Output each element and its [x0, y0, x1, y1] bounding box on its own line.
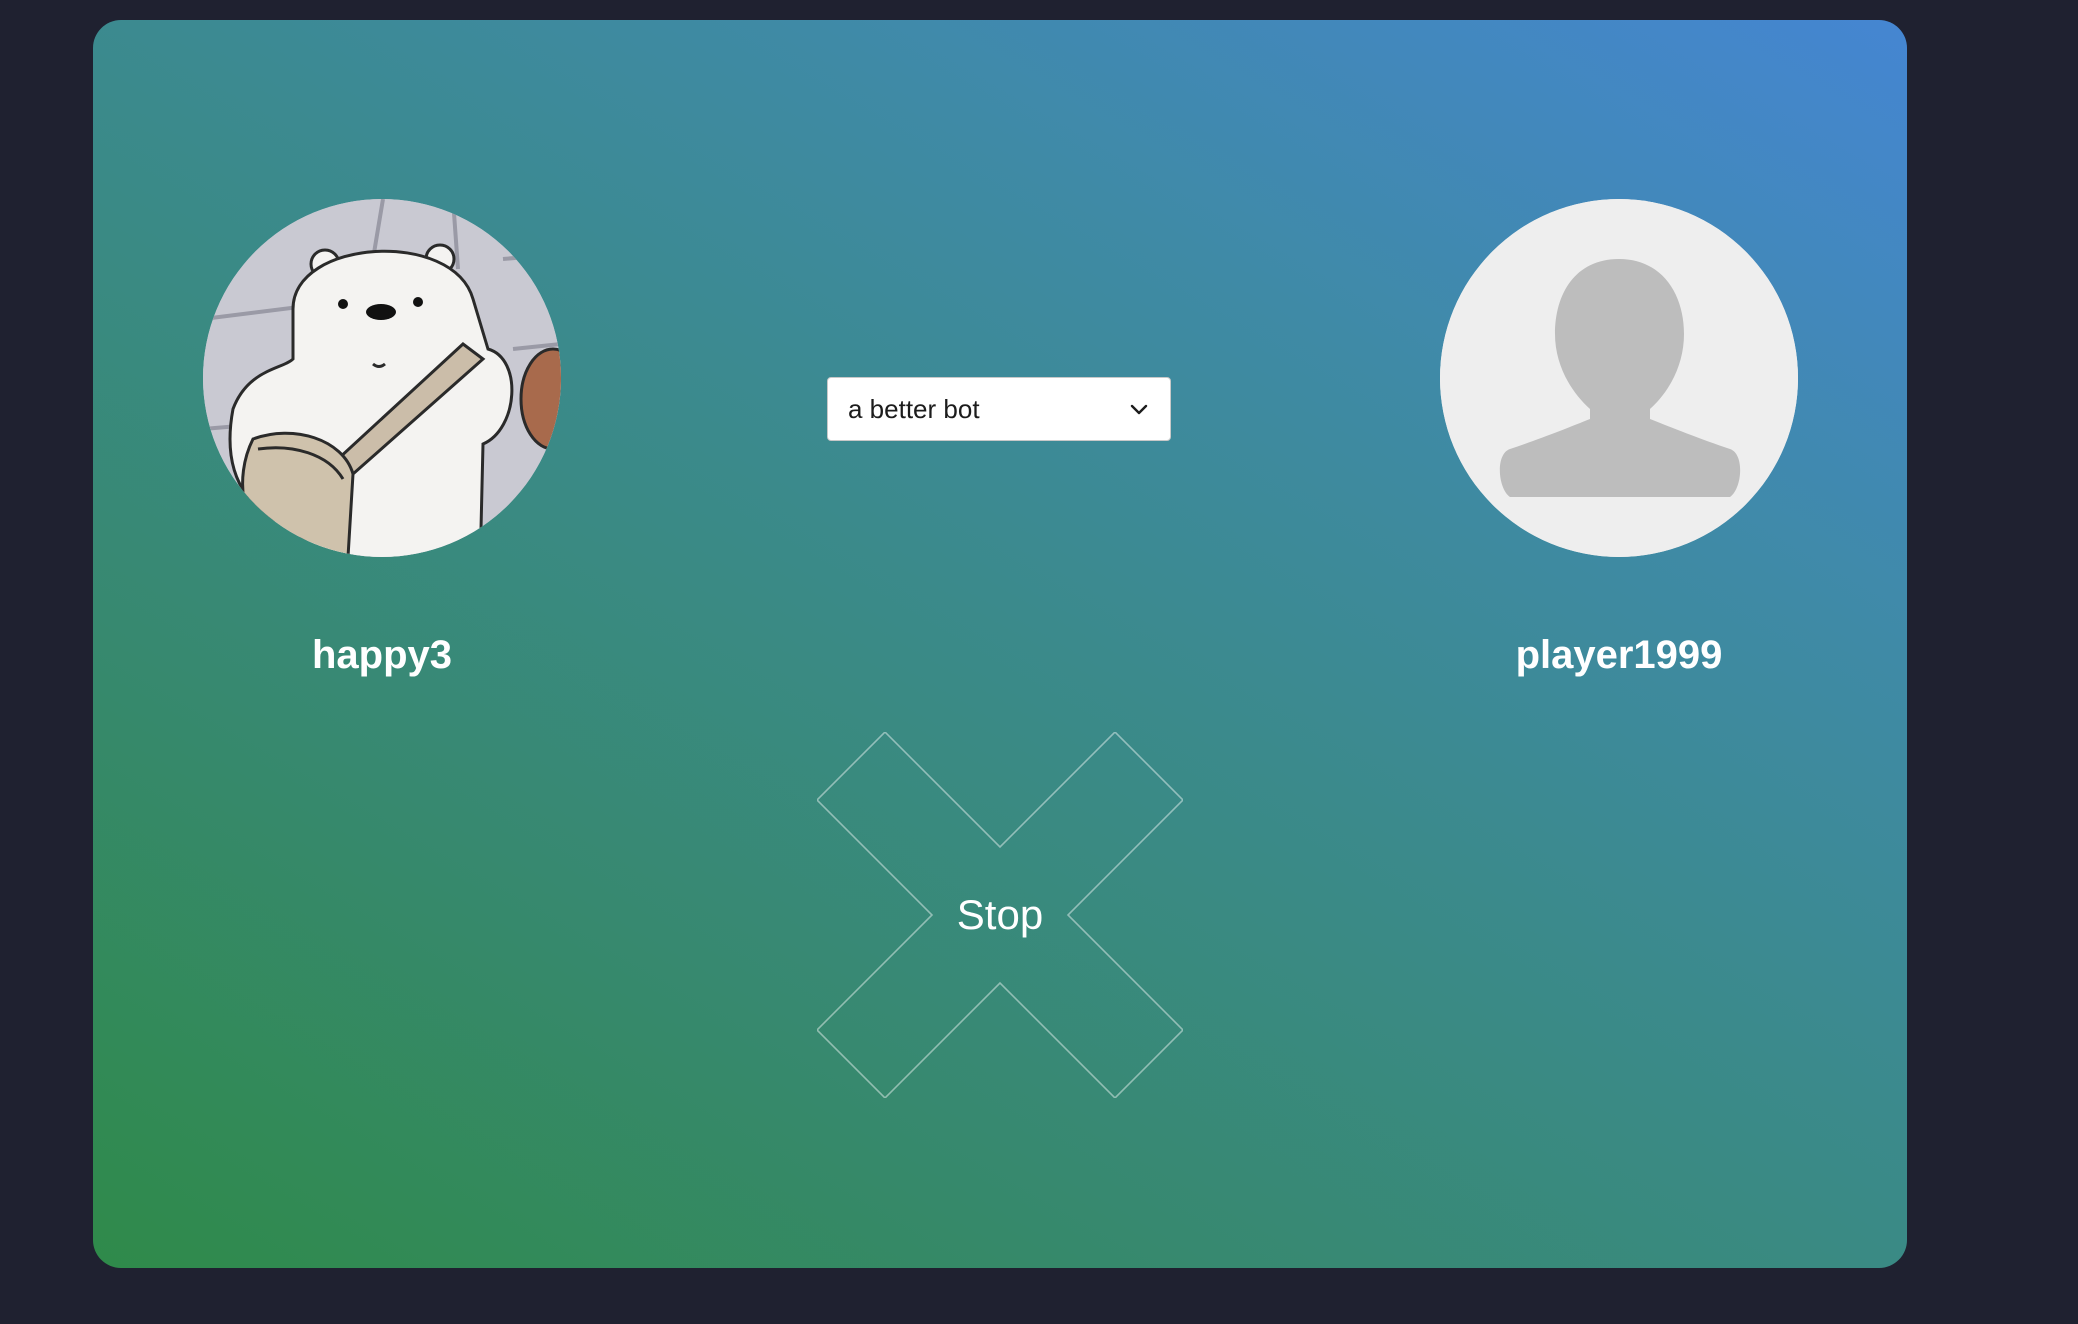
opponent-select[interactable]: a better bot	[827, 377, 1171, 441]
player-left-name: happy3	[311, 633, 453, 677]
opponent-select-value: a better bot	[848, 393, 980, 424]
default-user-avatar-icon	[1440, 199, 1798, 557]
game-lobby-card: happy3 player1999 a better bot Stop	[93, 20, 1907, 1268]
stop-button-label: Stop	[956, 891, 1044, 938]
stop-button[interactable]: Stop	[815, 730, 1185, 1100]
chevron-down-icon	[1128, 398, 1150, 420]
player-right-avatar	[1440, 199, 1798, 557]
player-left-avatar	[203, 199, 561, 557]
player-right-name: player1999	[1515, 633, 1723, 677]
polar-bear-avatar-image	[203, 199, 561, 557]
